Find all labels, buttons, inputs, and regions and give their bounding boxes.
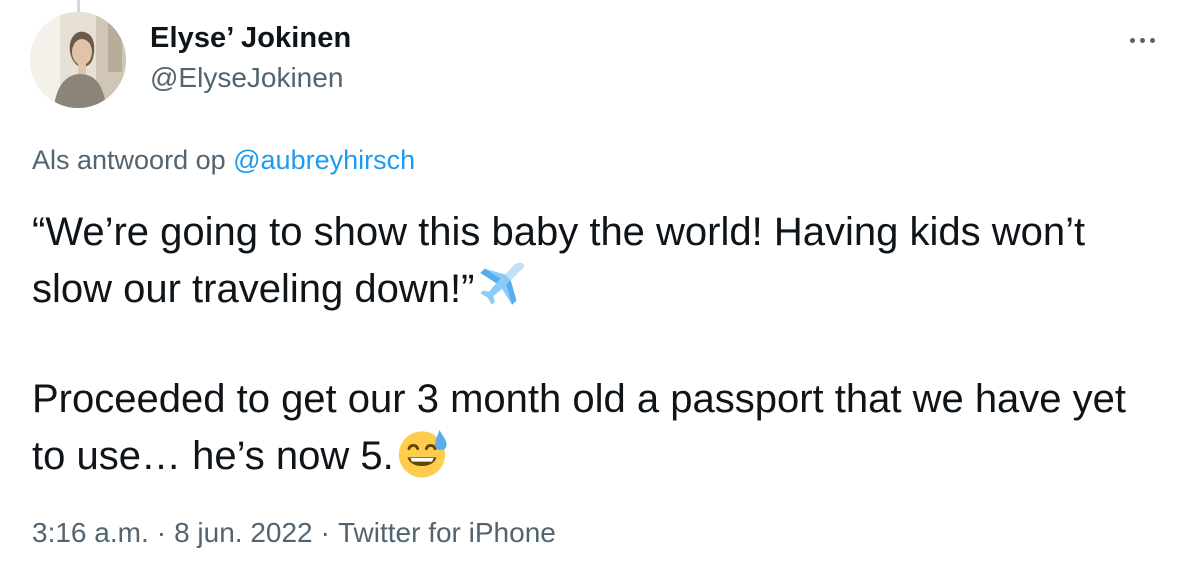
tweet-date-link[interactable]: 8 jun. 2022 [174,517,313,548]
tweet-paragraph: “We’re going to show this baby the world… [32,205,1162,317]
airplane-emoji-icon [480,262,525,305]
meta-separator: · [320,517,330,548]
more-horizontal-icon [1129,37,1135,43]
tweet-paragraph: Proceeded to get our 3 month old a passp… [32,372,1162,484]
tweet-text: “We’re going to show this baby the world… [32,205,1162,484]
meta-separator: · [156,517,167,548]
tweet-time-link[interactable]: 3:16 a.m. [32,517,149,548]
more-horizontal-icon-dot [1149,37,1155,43]
avatar-image [30,12,126,108]
tweet-source-link[interactable]: Twitter for iPhone [338,517,556,548]
tweet-paragraph-text: Proceeded to get our 3 month old a passp… [32,377,1127,478]
tweet-paragraph-text: “We’re going to show this baby the world… [32,210,1086,311]
tweet-metadata: 3:16 a.m. · 8 jun. 2022 · Twitter for iPhone [32,517,556,549]
more-options-button[interactable] [1118,20,1166,60]
thread-connector-line [77,0,80,12]
author-handle[interactable]: @ElyseJokinen [150,62,343,94]
reply-mention-link[interactable]: @aubreyhirsch [233,145,415,175]
tweet-card: Elyse’ Jokinen @ElyseJokinen Als antwoor… [0,0,1188,574]
reply-context: Als antwoord op @aubreyhirsch [32,145,415,176]
more-horizontal-icon-dot [1139,37,1145,43]
avatar[interactable] [30,12,126,108]
grinning-face-with-sweat-emoji-icon [398,429,447,478]
author-display-name[interactable]: Elyse’ Jokinen [150,22,351,55]
reply-context-prefix: Als antwoord op [32,145,234,175]
